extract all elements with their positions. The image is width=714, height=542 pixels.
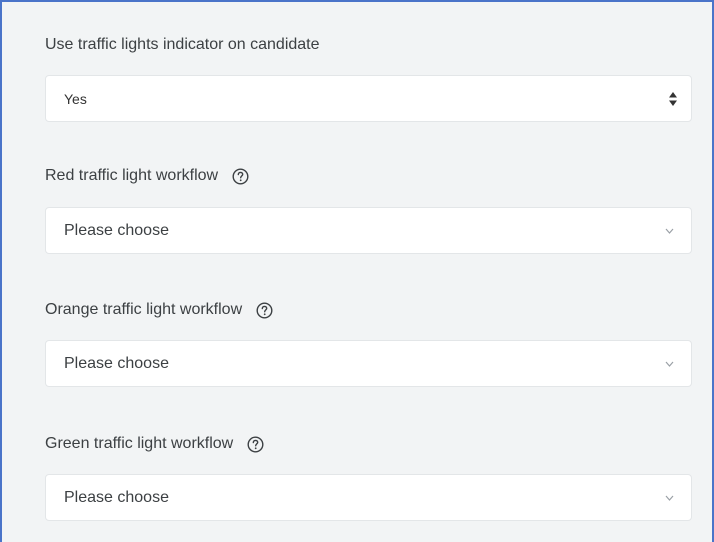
traffic-lights-indicator-value: Yes — [64, 90, 87, 107]
orange-workflow-value: Please choose — [64, 354, 169, 372]
help-circle-icon[interactable] — [232, 167, 249, 185]
chevron-down-icon — [665, 361, 674, 367]
green-workflow-select[interactable]: Please choose — [45, 474, 692, 521]
help-circle-icon[interactable] — [247, 435, 264, 453]
orange-workflow-select[interactable]: Please choose — [45, 340, 692, 387]
traffic-lights-indicator-label: Use traffic lights indicator on candidat… — [45, 35, 320, 55]
green-workflow-value: Please choose — [64, 488, 169, 506]
orange-workflow-label-text: Orange traffic light workflow — [45, 301, 243, 318]
red-workflow-label: Red traffic light workflow — [45, 166, 249, 186]
chevron-down-icon — [665, 495, 674, 501]
chevron-down-icon — [665, 228, 674, 234]
green-workflow-label-text: Green traffic light workflow — [45, 435, 234, 452]
settings-panel: Use traffic lights indicator on candidat… — [0, 0, 714, 542]
red-workflow-label-text: Red traffic light workflow — [45, 167, 219, 184]
help-circle-icon[interactable] — [256, 301, 273, 319]
orange-workflow-label: Orange traffic light workflow — [45, 300, 273, 320]
traffic-lights-indicator-label-text: Use traffic lights indicator on candidat… — [45, 36, 320, 53]
red-workflow-select[interactable]: Please choose — [45, 207, 692, 254]
traffic-lights-indicator-select[interactable]: Yes — [45, 75, 692, 122]
green-workflow-label: Green traffic light workflow — [45, 434, 264, 454]
red-workflow-value: Please choose — [64, 221, 169, 239]
sort-arrows-icon — [669, 92, 677, 106]
